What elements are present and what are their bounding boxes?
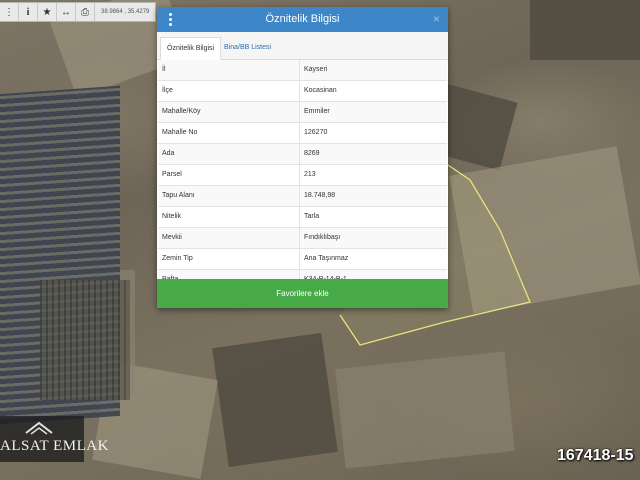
print-icon[interactable]: ⎙ xyxy=(76,3,95,21)
row-value: Ana Taşınmaz xyxy=(304,255,349,262)
tab-attribute-info[interactable]: Öznitelik Bilgisi xyxy=(160,37,222,60)
row-key: Tapu Alanı xyxy=(158,186,300,206)
row-value: 18.748,98 xyxy=(304,192,336,199)
row-value: Kocasinan xyxy=(304,87,337,94)
row-key: Mevkii xyxy=(158,228,300,248)
table-row: İl Kayseri xyxy=(158,60,447,81)
row-key: Parsel xyxy=(158,165,300,185)
house-logo-icon xyxy=(25,421,53,435)
listing-number: 167418-15 xyxy=(557,447,634,464)
table-row: İlçe Kocasinan xyxy=(158,81,447,102)
logo-text: ALSAT EMLAK xyxy=(0,438,109,454)
table-row: Zemin Tip Ana Taşınmaz xyxy=(158,249,447,270)
row-value: Tarla xyxy=(304,213,320,220)
map-toolbar: ⋮ i ★ ↔ ⎙ 38.9864 , 35.4279 xyxy=(0,2,157,22)
row-key: İlçe xyxy=(158,81,300,101)
table-row: Parsel 213 xyxy=(158,165,447,186)
star-icon[interactable]: ★ xyxy=(38,3,57,21)
table-row: Mahalle No 126270 xyxy=(158,123,447,144)
dialog-header: Öznitelik Bilgisi × xyxy=(157,7,448,32)
add-to-favorites-button[interactable]: Favorilere ekle xyxy=(157,279,448,308)
attribute-info-dialog: Öznitelik Bilgisi × Öznitelik Bilgisi Bi… xyxy=(157,7,448,308)
row-key: Mahalle/Köy xyxy=(158,102,300,122)
row-key: Nitelik xyxy=(158,207,300,227)
close-icon[interactable]: × xyxy=(433,12,440,26)
table-row: Nitelik Tarla xyxy=(158,207,447,228)
row-key: İl xyxy=(158,60,300,80)
row-value: Fındıklıbaşı xyxy=(304,234,341,241)
dialog-tabs: Öznitelik Bilgisi Bina/BB Listesi xyxy=(157,32,448,60)
measure-arrows-icon[interactable]: ↔ xyxy=(57,3,76,21)
row-value: 126270 xyxy=(304,129,328,136)
table-row: Mevkii Fındıklıbaşı xyxy=(158,228,447,249)
table-row: Ada 8269 xyxy=(158,144,447,165)
dialog-title: Öznitelik Bilgisi xyxy=(265,13,340,25)
coordinate-readout: 38.9864 , 35.4279 xyxy=(101,9,150,15)
row-key: Ada xyxy=(158,144,300,164)
table-row: Tapu Alanı 18.748,98 xyxy=(158,186,447,207)
info-icon[interactable]: i xyxy=(19,3,38,21)
menu-dots-icon[interactable]: ⋮ xyxy=(0,3,19,21)
row-value: Emmiler xyxy=(304,108,330,115)
row-value: Kayseri xyxy=(304,66,328,73)
row-value: 8269 xyxy=(304,150,320,157)
table-row: Mahalle/Köy Emmiler xyxy=(158,102,447,123)
row-value: 213 xyxy=(304,171,316,178)
row-key: Mahalle No xyxy=(158,123,300,143)
attribute-table: İl Kayseri İlçe Kocasinan Mahalle/Köy Emmil… xyxy=(158,60,447,291)
row-key: Zemin Tip xyxy=(158,249,300,269)
tab-building-list[interactable]: Bina/BB Listesi xyxy=(218,37,277,58)
company-logo: ALSAT EMLAK xyxy=(0,416,109,462)
